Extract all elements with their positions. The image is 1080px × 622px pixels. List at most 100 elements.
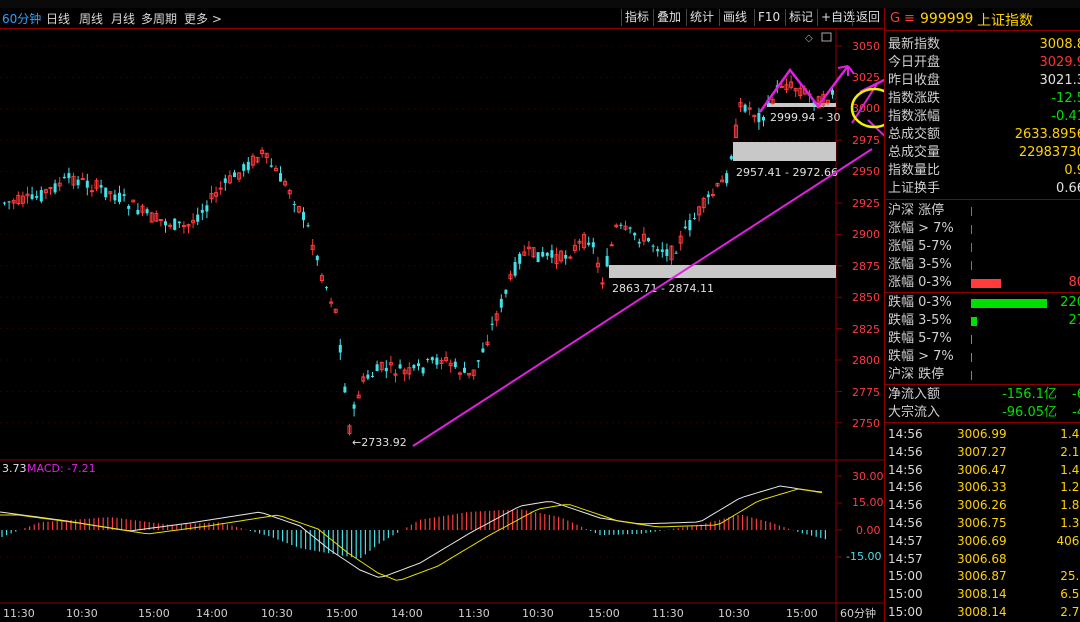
quote-header: G ≡ 999999 上证指数 <box>885 8 1080 31</box>
tick-row: 14:57 3006.69 4061 <box>885 533 1080 550</box>
candle-body <box>435 357 439 365</box>
candle-body <box>30 194 34 199</box>
g-label: G <box>890 11 901 26</box>
price-grid <box>0 45 842 424</box>
candle-body <box>80 178 85 181</box>
candle-body <box>3 202 6 204</box>
kline-chart[interactable]: 3050 3025 3000 2975 2950 2925 2900 2875 … <box>0 28 884 622</box>
tick-time: 14:56 <box>888 516 923 530</box>
candle-body <box>729 156 733 160</box>
indicator-button[interactable]: 指标 <box>621 9 652 26</box>
candle-body <box>384 367 388 372</box>
tick-time: 14:56 <box>888 480 923 495</box>
candle-body <box>541 251 545 257</box>
tick-volume: 1.26 <box>1060 480 1080 495</box>
time-tick: 10:30 <box>261 607 293 620</box>
low-label: ←2733.92 <box>352 436 407 449</box>
tick-price: 3008.14 <box>957 605 1007 619</box>
candle-body <box>831 90 834 95</box>
candle-body <box>39 189 43 202</box>
time-axis: 11:30 10:30 15:00 14:00 10:30 15:00 14:0… <box>3 606 876 620</box>
candle-body <box>550 250 554 258</box>
divider <box>885 199 1080 200</box>
candle-body <box>104 187 108 198</box>
stats-button[interactable]: 统计 <box>686 9 717 26</box>
candle-body <box>113 194 117 201</box>
candle-body <box>587 242 591 245</box>
maximize-icon[interactable] <box>821 32 832 42</box>
candle-body <box>504 289 508 294</box>
advance-row-label: 涨幅 5-7% <box>888 239 952 254</box>
tick-row: 15:00 3008.14 2.75 <box>885 604 1080 621</box>
quote-row-label: 指数涨幅 <box>888 109 941 124</box>
flow-row: 大宗流入 -96.05亿 -4 <box>885 404 1080 422</box>
tick-row: 14:573006.680 <box>885 551 1080 568</box>
time-tick: 14:00 <box>196 607 228 620</box>
candle-body <box>181 225 186 228</box>
decline-row: 跌幅 0-3% 220 <box>885 294 1080 312</box>
period-more-tab[interactable]: 更多 > <box>184 10 222 27</box>
tick-volume: 1.48 <box>1060 462 1080 477</box>
decline-row-label: 跌幅 5-7% <box>888 331 952 346</box>
time-tick: 15:00 <box>138 607 170 620</box>
f10-button[interactable]: F10 <box>754 9 783 26</box>
tick-time: 15:00 <box>888 587 923 602</box>
candle-body <box>605 256 609 267</box>
candle-body <box>426 359 430 361</box>
period-week-tab[interactable]: 周线 <box>79 10 103 27</box>
macd-histogram <box>1 509 827 558</box>
candle-body <box>366 374 370 379</box>
candle-body <box>647 237 650 242</box>
back-button[interactable]: 返回 <box>852 9 883 26</box>
candle-body <box>67 173 71 179</box>
quote-row-value: 0.66 <box>1056 181 1080 196</box>
diamond-icon[interactable]: ◇ <box>805 33 813 44</box>
menu-icon[interactable]: ≡ <box>904 11 915 26</box>
advance-row-label: 沪深 涨停 <box>888 203 945 218</box>
quote-row-label: 上证换手 <box>888 181 941 196</box>
quote-row-label: 指数量比 <box>888 163 941 178</box>
draw-line-button[interactable]: 画线 <box>719 9 750 26</box>
candle-body <box>656 249 660 252</box>
time-tick: 15:00 <box>326 607 358 620</box>
tick-price: 3006.68 <box>957 551 1007 566</box>
quote-row-value: 22983730 <box>1018 145 1080 160</box>
period-day-tab[interactable]: 日线 <box>46 10 70 27</box>
overlay-button[interactable]: 叠加 <box>653 9 684 26</box>
candle-body <box>693 218 696 220</box>
mark-button[interactable]: 标记 <box>785 9 816 26</box>
tick-volume: 1.32 <box>1060 516 1080 530</box>
advance-row-label: 涨幅 0-3% <box>888 275 952 290</box>
zone-bar <box>609 265 836 278</box>
tick-volume: 2.75 <box>1060 605 1080 619</box>
quote-panel: G ≡ 999999 上证指数 最新指数 3008.8 今日开盘 3029.9 昨日收盘… <box>884 8 1080 622</box>
candle-body <box>242 164 246 171</box>
candle-body <box>710 194 715 197</box>
candle-body <box>499 298 503 308</box>
tick-price: 3008.14 <box>957 587 1007 602</box>
period-60min-tab[interactable]: 60分钟 <box>2 10 41 27</box>
decline-row: 跌幅 5-7% <box>885 330 1080 348</box>
candle-body <box>173 218 177 230</box>
quote-row-label: 总成交量 <box>888 145 941 160</box>
candle-body <box>591 242 595 248</box>
period-month-tab[interactable]: 月线 <box>111 10 135 27</box>
period-multi-tab[interactable]: 多周期 <box>141 10 177 27</box>
advance-bar <box>971 243 972 252</box>
decline-bar <box>971 317 977 326</box>
candle-body <box>136 210 140 215</box>
quote-row-value: -0.41 <box>1051 109 1080 124</box>
period-tag[interactable]: 60分钟 <box>840 606 876 620</box>
decline-row-label: 跌幅 > 7% <box>888 349 954 364</box>
price-tick: 2950 <box>852 165 880 178</box>
candle-body <box>325 287 328 289</box>
time-tick: 11:30 <box>3 607 35 620</box>
candle-body <box>338 344 342 353</box>
flow-value-2: -6 <box>1072 387 1080 402</box>
quote-row-label: 昨日收盘 <box>888 73 941 88</box>
candle-body <box>85 180 89 188</box>
tick-row: 14:56 3006.47 1.48 <box>885 462 1080 479</box>
candle-body <box>513 262 517 276</box>
divider <box>885 384 1080 385</box>
quote-row-value: 0.9 <box>1064 163 1080 178</box>
